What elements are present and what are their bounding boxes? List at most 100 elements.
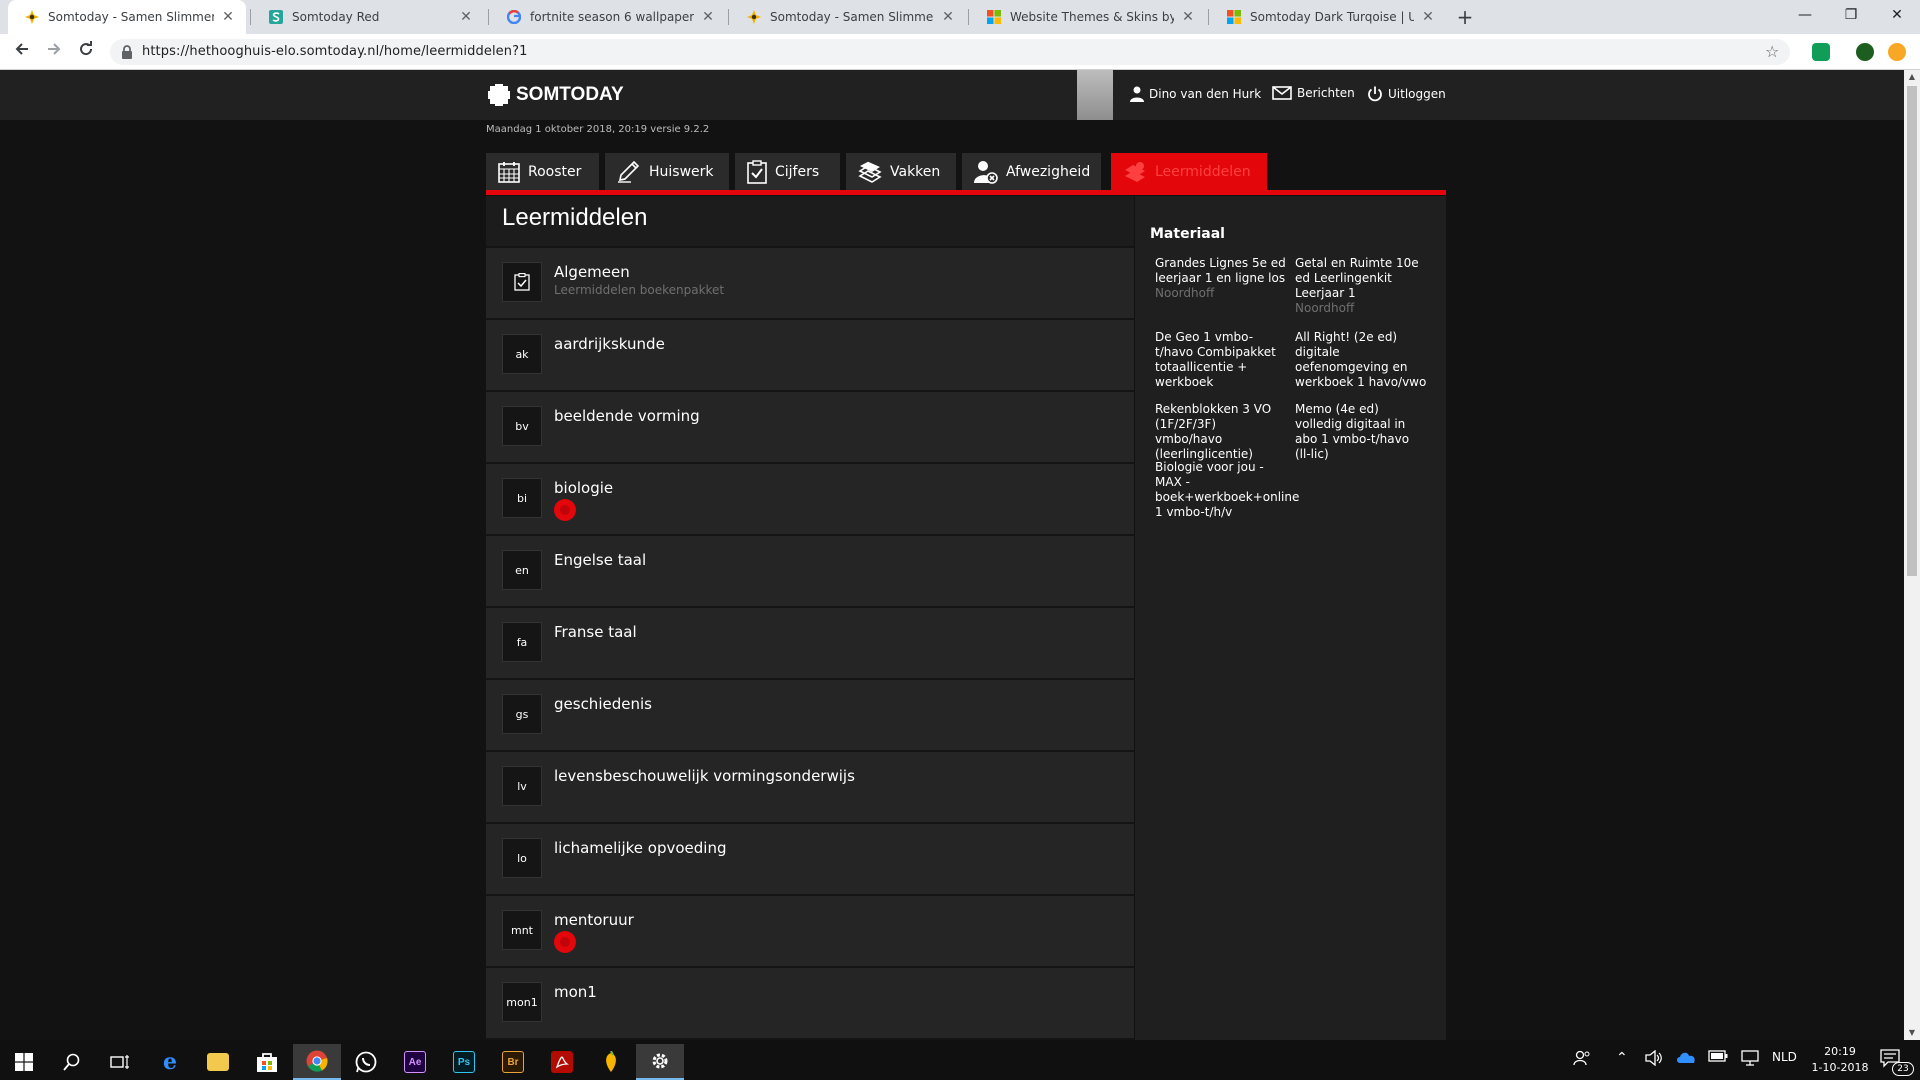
taskbar-search-button[interactable]: [48, 1044, 96, 1080]
logout-link[interactable]: Uitloggen: [1367, 86, 1446, 102]
subject-row-lichamelijke-opvoeding[interactable]: lo lichamelijke opvoeding: [486, 824, 1134, 896]
clock-time: 20:19: [1824, 1045, 1856, 1058]
restore-button[interactable]: ❐: [1828, 0, 1874, 30]
browser-tab-2[interactable]: Somtoday Red ✕: [252, 0, 484, 34]
subject-row-levensbeschouwelijk[interactable]: lv levensbeschouwelijk vormingsonderwijs: [486, 752, 1134, 824]
fl-studio-taskbar-button[interactable]: [587, 1044, 635, 1080]
extension-stylus-icon[interactable]: [1812, 43, 1830, 61]
store-taskbar-button[interactable]: [243, 1044, 291, 1080]
subject-row-mon1[interactable]: mon1 mon1: [486, 968, 1134, 1040]
tab-leermiddelen[interactable]: Leermiddelen: [1111, 153, 1267, 190]
chrome-taskbar-button[interactable]: [293, 1044, 341, 1080]
material-name: Memo (4e ed) volledig digitaal in abo 1 …: [1295, 402, 1410, 461]
tab-label: Afwezigheid: [1006, 163, 1091, 180]
settings-taskbar-button[interactable]: [636, 1044, 684, 1080]
messages-link[interactable]: Berichten: [1272, 86, 1355, 100]
edge-taskbar-button[interactable]: e: [146, 1044, 194, 1080]
tab-close-icon[interactable]: ✕: [700, 9, 716, 25]
address-bar[interactable]: https://hethooghuis-elo.somtoday.nl/home…: [110, 39, 1790, 65]
store-icon: [257, 1053, 277, 1072]
browser-tab-5[interactable]: Website Themes & Skins by Stylis ✕: [970, 0, 1206, 34]
tab-cijfers[interactable]: Cijfers: [735, 153, 840, 190]
subject-abbreviation: ak: [502, 334, 542, 374]
volume-icon[interactable]: [1645, 1049, 1663, 1069]
battery-icon[interactable]: [1708, 1050, 1728, 1065]
scroll-down-icon[interactable]: ▼: [1904, 1026, 1920, 1040]
tab-close-icon[interactable]: ✕: [220, 9, 236, 25]
site-logo[interactable]: SOMTODAY: [488, 84, 624, 106]
after-effects-taskbar-button[interactable]: Ae: [391, 1044, 439, 1080]
tab-rooster[interactable]: Rooster: [486, 153, 599, 190]
tab-afwezigheid[interactable]: Afwezigheid: [962, 153, 1101, 190]
browser-tab-title: Website Themes & Skins by Stylis: [1010, 10, 1174, 24]
scroll-up-icon[interactable]: ▲: [1904, 70, 1920, 84]
tab-close-icon[interactable]: ✕: [1420, 9, 1436, 25]
subject-row-franse-taal[interactable]: fa Franse taal: [486, 608, 1134, 680]
minimize-button[interactable]: —: [1782, 0, 1828, 30]
material-badge-icon[interactable]: [554, 499, 576, 521]
material-item[interactable]: Getal en Ruimte 10e ed Leerlingenkit Lee…: [1295, 256, 1427, 316]
bookmark-star-icon[interactable]: ☆: [1765, 42, 1779, 61]
subject-row-engelse-taal[interactable]: en Engelse taal: [486, 536, 1134, 608]
subject-row-algemeen[interactable]: Algemeen Leermiddelen boekenpakket: [486, 248, 1134, 320]
subject-row-geschiedenis[interactable]: gs geschiedenis: [486, 680, 1134, 752]
tab-close-icon[interactable]: ✕: [1180, 9, 1196, 25]
bridge-taskbar-button[interactable]: Br: [489, 1044, 537, 1080]
extension-icon[interactable]: [1856, 43, 1874, 61]
subject-row-biologie[interactable]: bi biologie: [486, 464, 1134, 536]
people-icon[interactable]: [1573, 1050, 1591, 1069]
material-name: Grandes Lignes 5e ed leerjaar 1 en ligne…: [1155, 256, 1286, 285]
subject-name: mentoruur: [554, 911, 634, 929]
network-icon[interactable]: [1740, 1050, 1760, 1069]
user-profile-link[interactable]: Dino van den Hurk: [1130, 86, 1261, 102]
photoshop-taskbar-button[interactable]: Ps: [440, 1044, 488, 1080]
material-item[interactable]: De Geo 1 vmbo-t/havo Combipakket totaall…: [1155, 330, 1287, 390]
site-header: [0, 70, 1904, 120]
acrobat-icon: [551, 1051, 573, 1073]
forward-button[interactable]: [42, 40, 66, 64]
task-view-button[interactable]: [96, 1044, 144, 1080]
material-item[interactable]: All Right! (2e ed) digitale oefenomgevin…: [1295, 330, 1427, 390]
start-button[interactable]: [0, 1044, 48, 1080]
browser-tab-4[interactable]: Somtoday - Samen Slimmer Ond ✕: [730, 0, 966, 34]
logout-label: Uitloggen: [1388, 87, 1446, 101]
whatsapp-taskbar-button[interactable]: [342, 1044, 390, 1080]
scrollbar-thumb[interactable]: [1907, 86, 1917, 576]
subject-row-beeldende-vorming[interactable]: bv beeldende vorming: [486, 392, 1134, 464]
close-window-button[interactable]: ✕: [1874, 0, 1920, 30]
profile-avatar-icon[interactable]: [1888, 43, 1906, 61]
browser-tab-6[interactable]: Somtoday Dark Turqoise | Userst ✕: [1210, 0, 1446, 34]
onedrive-icon[interactable]: [1676, 1050, 1696, 1067]
windows-favicon-icon: [1226, 9, 1242, 25]
tab-close-icon[interactable]: ✕: [458, 9, 474, 25]
windows-favicon-icon: [986, 9, 1002, 25]
tray-overflow-icon[interactable]: ⌃: [1616, 1050, 1628, 1066]
subject-row-mentoruur[interactable]: mnt mentoruur: [486, 896, 1134, 968]
page-scrollbar[interactable]: ▲ ▼: [1904, 70, 1920, 1040]
fruity-loops-icon: [606, 1051, 616, 1072]
materiaal-title: Materiaal: [1150, 226, 1225, 242]
tab-huiswerk[interactable]: Huiswerk: [605, 153, 729, 190]
tab-close-icon[interactable]: ✕: [940, 9, 956, 25]
subject-row-aardrijkskunde[interactable]: ak aardrijkskunde: [486, 320, 1134, 392]
material-item[interactable]: Rekenblokken 3 VO (1F/2F/3F) vmbo/havo (…: [1155, 402, 1287, 462]
reload-button[interactable]: [74, 40, 98, 64]
file-explorer-taskbar-button[interactable]: [194, 1044, 242, 1080]
system-clock[interactable]: 20:19 1-10-2018: [1810, 1044, 1870, 1076]
logo-text: SOMTODAY: [516, 84, 624, 105]
material-item[interactable]: Biologie voor jou - MAX - boek+werkboek+…: [1155, 460, 1299, 520]
tab-vakken[interactable]: Vakken: [846, 153, 956, 190]
user-avatar[interactable]: [1077, 70, 1113, 120]
acrobat-taskbar-button[interactable]: [538, 1044, 586, 1080]
user-name: Dino van den Hurk: [1149, 87, 1262, 101]
browser-tab-3[interactable]: fortnite season 6 wallpaper hd 13 ✕: [490, 0, 726, 34]
material-item[interactable]: Memo (4e ed) volledig digitaal in abo 1 …: [1295, 402, 1427, 462]
photoshop-icon: Ps: [453, 1051, 475, 1073]
back-button[interactable]: [10, 40, 34, 64]
input-language[interactable]: NLD: [1772, 1050, 1797, 1064]
material-name: All Right! (2e ed) digitale oefenomgevin…: [1295, 330, 1427, 389]
material-badge-icon[interactable]: [554, 931, 576, 953]
browser-tab-1[interactable]: Somtoday - Samen Slimmer Ond ✕: [8, 0, 246, 34]
material-item[interactable]: Grandes Lignes 5e ed leerjaar 1 en ligne…: [1155, 256, 1287, 301]
new-tab-button[interactable]: +: [1452, 4, 1478, 30]
